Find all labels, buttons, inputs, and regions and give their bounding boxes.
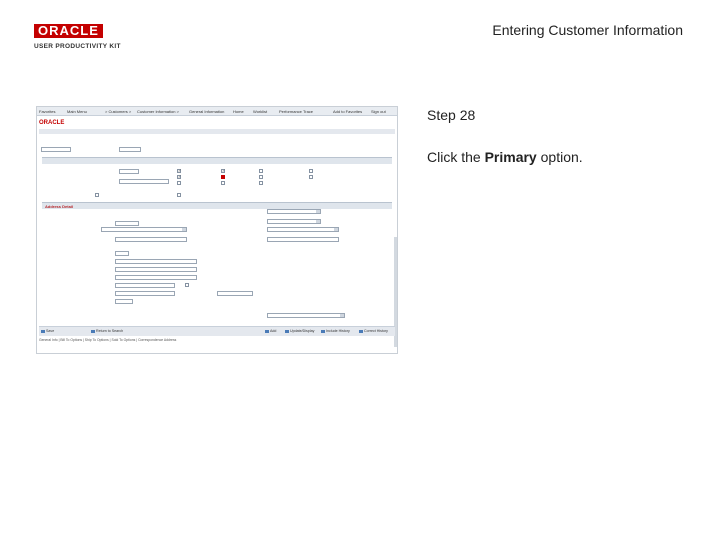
nav-performance-trace[interactable]: Performance Trace: [279, 109, 313, 114]
city-field[interactable]: [115, 283, 175, 288]
add-button[interactable]: Add: [265, 329, 276, 334]
include-history-button[interactable]: Include History: [321, 329, 350, 334]
address-3-field[interactable]: [115, 275, 197, 280]
history-icon: [321, 329, 325, 333]
primary-option-highlight[interactable]: [221, 175, 225, 179]
update-icon: [285, 329, 289, 333]
phone-extension-select[interactable]: [267, 227, 339, 232]
address-detail-label: Address Detail: [45, 204, 74, 209]
customer-id-field[interactable]: [119, 147, 141, 152]
address-1-field[interactable]: [115, 259, 197, 264]
address-locations-header: [42, 157, 392, 164]
physical-nature-select[interactable]: [101, 227, 187, 232]
page-header-title: Entering Customer Information: [492, 22, 683, 38]
bottom-toolbar: Save Return to Search Add Update/Display…: [39, 326, 395, 336]
step-label: Step 28: [427, 107, 476, 123]
nav-customers[interactable]: > Customers >: [105, 109, 131, 114]
alternate-name-field[interactable]: [115, 237, 187, 242]
state-field[interactable]: [115, 299, 133, 304]
vat-exempt-checkbox[interactable]: [177, 193, 181, 197]
primary-default-checkbox[interactable]: [309, 175, 313, 179]
status-field[interactable]: [115, 221, 139, 226]
general-info-links-select[interactable]: [267, 313, 345, 318]
nav-add-favorites[interactable]: Add to Favorites: [333, 109, 362, 114]
nav-general-info[interactable]: General Information: [189, 109, 224, 114]
tax-register-checkbox[interactable]: [95, 193, 99, 197]
footer-links[interactable]: General Info | Bill To Options | Ship To…: [39, 338, 176, 342]
correct-history-label: Correct History: [364, 329, 388, 333]
bill-to-checkbox[interactable]: [177, 168, 181, 173]
add-icon: [265, 329, 269, 333]
nav-customer-info[interactable]: Customer Information >: [137, 109, 179, 114]
nav-worklist[interactable]: Worklist: [253, 109, 267, 114]
update-display-button[interactable]: Update/Display: [285, 329, 314, 334]
oracle-logo-mark: ORACLE: [34, 24, 103, 38]
nav-main-menu[interactable]: Main Menu: [67, 109, 87, 114]
logo-subtitle: USER PRODUCTIVITY KIT: [34, 43, 121, 50]
instruction-text: Click the Primary option.: [427, 149, 583, 165]
correspondence-checkbox[interactable]: [259, 181, 263, 185]
nav-favorites[interactable]: Favorites: [39, 109, 55, 114]
nav-sign-out[interactable]: Sign out: [371, 109, 386, 114]
page-header-strip: [39, 129, 395, 134]
setid-field[interactable]: [41, 147, 71, 152]
save-button[interactable]: Save: [41, 329, 54, 334]
primary-broker-checkbox[interactable]: [309, 169, 313, 173]
sold-to-checkbox[interactable]: [177, 181, 181, 185]
description-field[interactable]: [119, 179, 169, 184]
language-select[interactable]: [267, 219, 321, 224]
in-city-limit-checkbox[interactable]: [185, 283, 189, 287]
instruction-suffix: option.: [536, 149, 583, 165]
update-label: Update/Display: [290, 329, 315, 333]
primary-sold-checkbox[interactable]: [221, 181, 225, 185]
correct-icon: [359, 329, 363, 333]
application-screenshot: Favorites Main Menu > Customers > Custom…: [36, 106, 398, 354]
return-label: Return to Search: [96, 329, 124, 333]
save-icon: [41, 329, 45, 333]
screenshot-oracle-brand: ORACLE: [39, 120, 65, 126]
add-label: Add: [270, 329, 277, 333]
country-code-field[interactable]: [115, 251, 129, 256]
include-history-label: Include History: [326, 329, 350, 333]
country-select[interactable]: [267, 209, 321, 214]
broker-checkbox[interactable]: [259, 169, 263, 173]
nav-home[interactable]: Home: [233, 109, 244, 114]
correct-history-button[interactable]: Correct History: [359, 329, 388, 334]
oracle-upk-logo: ORACLE USER PRODUCTIVITY KIT: [34, 22, 129, 50]
ship-to-checkbox[interactable]: [177, 174, 181, 179]
primary-bill-checkbox[interactable]: [221, 168, 225, 173]
address-2-field[interactable]: [115, 267, 197, 272]
alternate-name-2-field[interactable]: [267, 237, 339, 242]
instruction-prefix: Click the: [427, 149, 485, 165]
sequence-field[interactable]: [119, 169, 139, 174]
return-to-search-button[interactable]: Return to Search: [91, 329, 123, 334]
postal-field[interactable]: [217, 291, 253, 296]
instruction-target: Primary: [484, 149, 537, 165]
address-detail-header: Address Detail: [42, 202, 392, 209]
return-icon: [91, 329, 95, 333]
screenshot-nav-bar: Favorites Main Menu > Customers > Custom…: [37, 107, 397, 116]
save-label: Save: [46, 329, 55, 333]
county-field[interactable]: [115, 291, 175, 296]
default-checkbox[interactable]: [259, 175, 263, 179]
